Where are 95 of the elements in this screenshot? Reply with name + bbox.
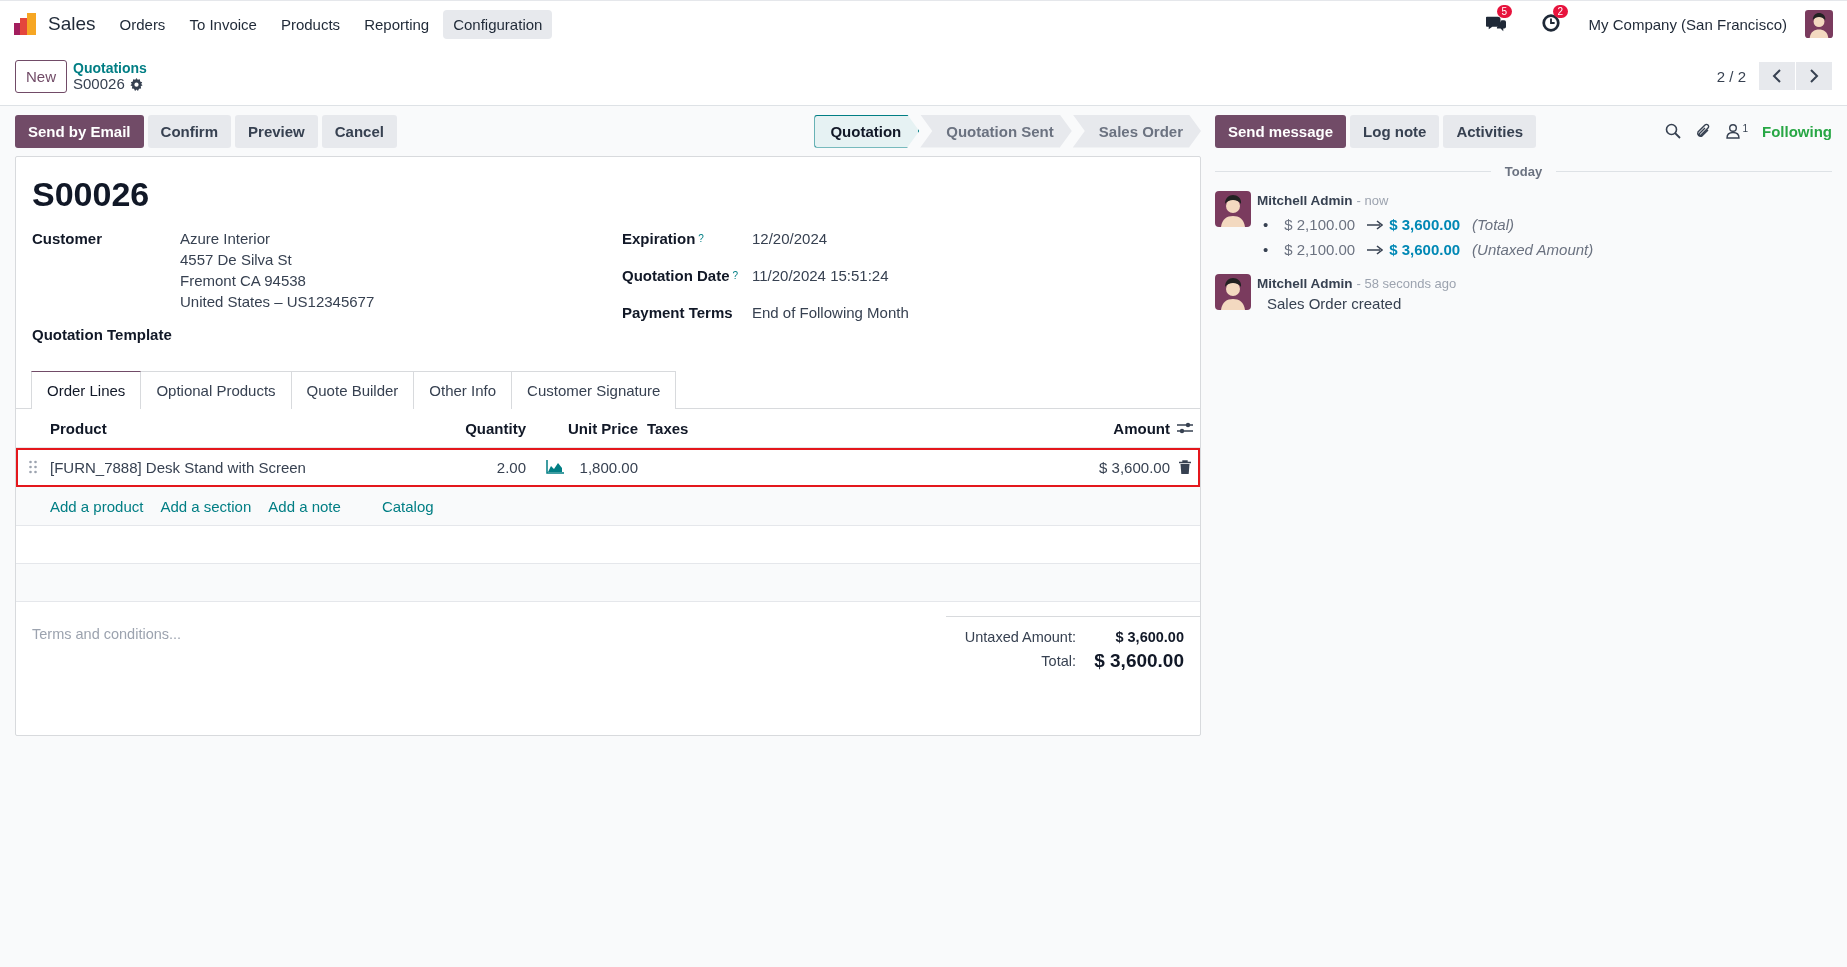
order-line[interactable]: [FURN_7888] Desk Stand with Screen 2.00 1,800.00 $ 3,600.00 <box>16 448 1200 487</box>
address-line: Fremont CA 94538 <box>180 271 307 291</box>
chatter-button[interactable]: Log note <box>1350 114 1440 148</box>
search-icon[interactable] <box>1665 123 1682 139</box>
paperclip-icon[interactable] <box>1695 123 1712 139</box>
menu-item[interactable]: Products <box>270 9 351 39</box>
field-label: Quotation Template <box>32 325 173 345</box>
action-button[interactable]: Preview <box>235 114 318 148</box>
notebook-tab[interactable]: Quote Builder <box>290 371 415 409</box>
avatar-icon <box>1215 274 1251 310</box>
column-header[interactable]: Taxes <box>638 419 938 437</box>
sliders-icon[interactable] <box>1177 421 1193 435</box>
chatter-button[interactable]: Send message <box>1215 114 1347 148</box>
status-stage[interactable]: Quotation Sent <box>920 114 1072 148</box>
settings-icon[interactable] <box>129 77 143 91</box>
notebook-tab[interactable]: Order Lines <box>31 371 142 409</box>
app-name[interactable]: Sales <box>48 13 96 35</box>
field-label: Expiration <box>622 230 696 247</box>
field-label: Customer <box>32 229 103 249</box>
message-author: Mitchell Admin <box>1257 276 1353 291</box>
bullet: • <box>1263 240 1269 260</box>
menu-item[interactable]: Configuration <box>443 9 553 39</box>
amount-cell-text: $ 3,600.00 <box>1098 458 1170 476</box>
new-value: $ 3,600.00 <box>1389 240 1461 260</box>
next-button[interactable] <box>1796 62 1832 90</box>
message-author: Mitchell Admin <box>1257 193 1353 208</box>
follower-count: 1 <box>1742 123 1748 134</box>
activity-count-badge: 2 <box>1552 5 1569 18</box>
action-button[interactable]: Confirm <box>147 114 232 148</box>
total-label: Untaxed Amount: <box>963 628 1076 647</box>
message-body: Sales Order created <box>1267 295 1403 312</box>
company-switcher[interactable]: My Company (San Francisco) <box>1588 15 1787 33</box>
chevron-left-icon[interactable] <box>1772 69 1782 83</box>
new-button[interactable]: New <box>15 59 67 93</box>
pager-value: 2 / 2 <box>1716 67 1746 85</box>
notebook-tab[interactable]: Other Info <box>413 371 513 409</box>
help-tooltip[interactable]: ? <box>698 233 704 244</box>
column-header[interactable]: Quantity <box>454 419 526 437</box>
field-value[interactable]: 11/20/2024 15:51:24 <box>752 265 1184 286</box>
app-logo[interactable] <box>14 13 38 35</box>
status-stage[interactable]: Sales Order <box>1072 114 1201 148</box>
message-time: - now <box>1356 193 1389 208</box>
clock-icon[interactable] <box>1540 13 1561 33</box>
previous-button[interactable] <box>1759 62 1795 90</box>
total-value: $ 3,600.00 <box>1114 628 1184 647</box>
address-line: Azure Interior <box>180 229 272 249</box>
add-line-link[interactable]: Add a section <box>160 497 252 515</box>
changed-field: (Total) <box>1472 212 1515 237</box>
action-button[interactable]: Cancel <box>321 114 397 148</box>
field-value[interactable]: 12/20/2024 <box>752 228 1184 249</box>
old-value: $ 2,100.00 <box>1284 215 1356 235</box>
add-line-link[interactable]: Add a product <box>50 497 144 515</box>
add-line-link[interactable]: Add a note <box>268 497 341 515</box>
product-cell-text: [FURN_7888] Desk Stand with Screen <box>50 458 307 476</box>
record-name: S00026 <box>73 76 125 92</box>
area-chart-icon[interactable] <box>546 460 564 474</box>
new-value: $ 3,600.00 <box>1389 215 1461 235</box>
unit-price-cell-text: 1,800.00 <box>578 458 638 476</box>
quantity-cell-text: 2.00 <box>495 458 526 476</box>
old-value: $ 2,100.00 <box>1284 240 1356 260</box>
menu-item[interactable]: To Invoice <box>179 9 267 39</box>
arrow-icon <box>1367 244 1384 255</box>
breadcrumb-link[interactable]: Quotations <box>73 60 147 76</box>
message-time: - 58 seconds ago <box>1356 276 1457 291</box>
bullet: • <box>1263 215 1269 235</box>
address-line: United States – US12345677 <box>180 292 376 312</box>
record-title: S00026 <box>31 174 151 215</box>
chevron-right-icon[interactable] <box>1809 69 1819 83</box>
chatter-button[interactable]: Activities <box>1443 114 1537 148</box>
changed-field: (Untaxed Amount) <box>1472 237 1594 262</box>
total-value: $ 3,600.00 <box>1093 649 1184 673</box>
person-icon[interactable] <box>1725 123 1742 139</box>
column-header[interactable]: Amount <box>938 419 1170 437</box>
notebook-tab[interactable]: Customer Signature <box>511 371 677 409</box>
menu-item[interactable]: Orders <box>109 9 176 39</box>
status-stage[interactable]: Quotation <box>814 114 920 148</box>
menu-item[interactable]: Reporting <box>354 9 440 39</box>
notebook-tab[interactable]: Optional Products <box>140 371 292 409</box>
column-header[interactable]: Product <box>50 419 454 437</box>
message-count-badge: 5 <box>1496 5 1513 18</box>
field-label: Quotation Date <box>622 267 730 284</box>
drag-handle-icon[interactable] <box>28 460 38 474</box>
action-button[interactable]: Send by Email <box>15 114 144 148</box>
field-value[interactable]: End of Following Month <box>752 302 1184 323</box>
help-tooltip[interactable]: ? <box>732 270 739 281</box>
arrow-icon <box>1367 219 1384 230</box>
address-line: 4557 De Silva St <box>180 250 293 270</box>
trash-icon[interactable] <box>1179 460 1191 474</box>
add-line-link[interactable]: Catalog <box>381 497 434 515</box>
field-label: Payment Terms <box>622 304 733 321</box>
avatar-icon <box>1805 10 1833 38</box>
date-separator: Today <box>1504 164 1543 179</box>
total-label: Total: <box>1040 652 1076 671</box>
column-header[interactable]: Unit Price <box>526 419 638 437</box>
avatar-icon <box>1215 191 1251 227</box>
